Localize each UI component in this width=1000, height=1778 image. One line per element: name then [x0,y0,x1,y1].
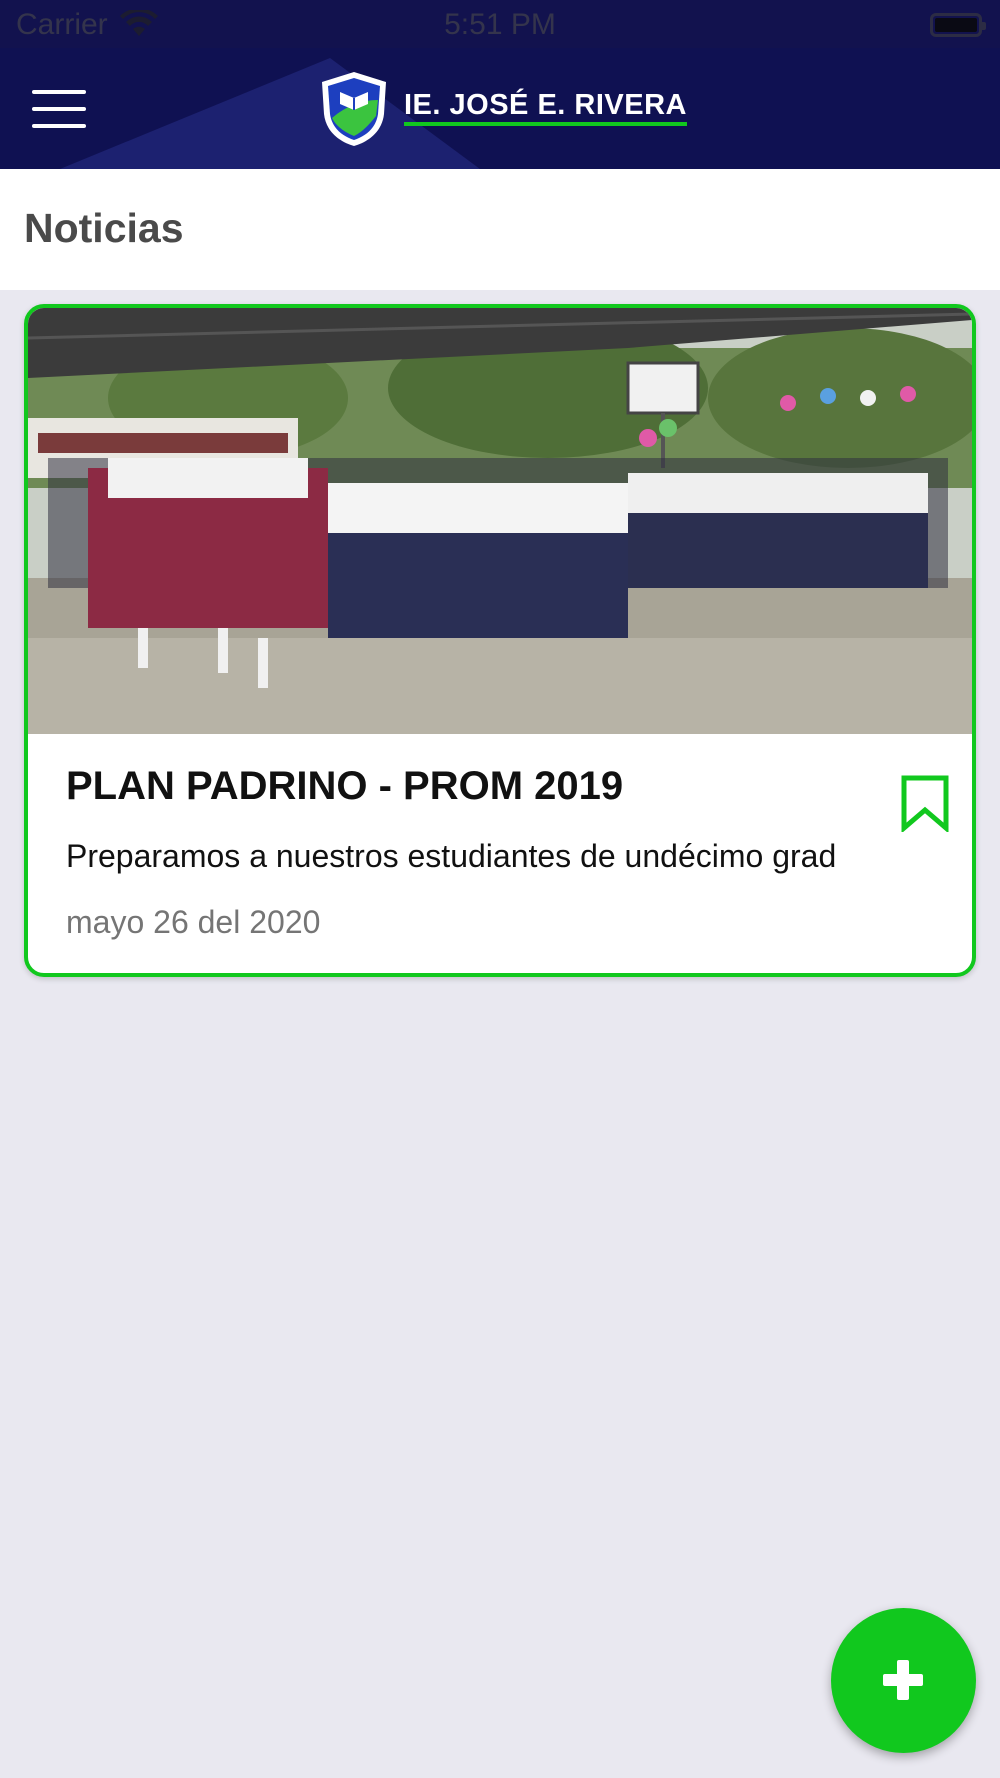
bookmark-icon[interactable] [900,774,950,832]
news-summary: Preparamos a nuestros estudiantes de und… [66,838,837,874]
news-image [28,308,972,734]
app-header: IE. JOSÉ E. RIVERA [0,48,1000,169]
add-button[interactable] [831,1608,976,1753]
hamburger-menu-icon [32,90,86,94]
menu-button[interactable] [28,88,90,130]
news-card[interactable]: PLAN PADRINO - PROM 2019 Preparamos a nu… [24,304,976,977]
news-title: PLAN PADRINO - PROM 2019 [66,764,624,808]
clock: 5:51 PM [444,8,556,41]
page-title: Noticias [24,205,184,251]
school-shield-logo [322,72,386,146]
brand-title: IE. JOSÉ E. RIVERA [404,88,687,126]
title-bar: Noticias [0,169,1000,290]
news-date: mayo 26 del 2020 [66,904,321,940]
status-bar: Carrier 5:51 PM [0,0,1000,48]
battery-icon [930,13,986,37]
